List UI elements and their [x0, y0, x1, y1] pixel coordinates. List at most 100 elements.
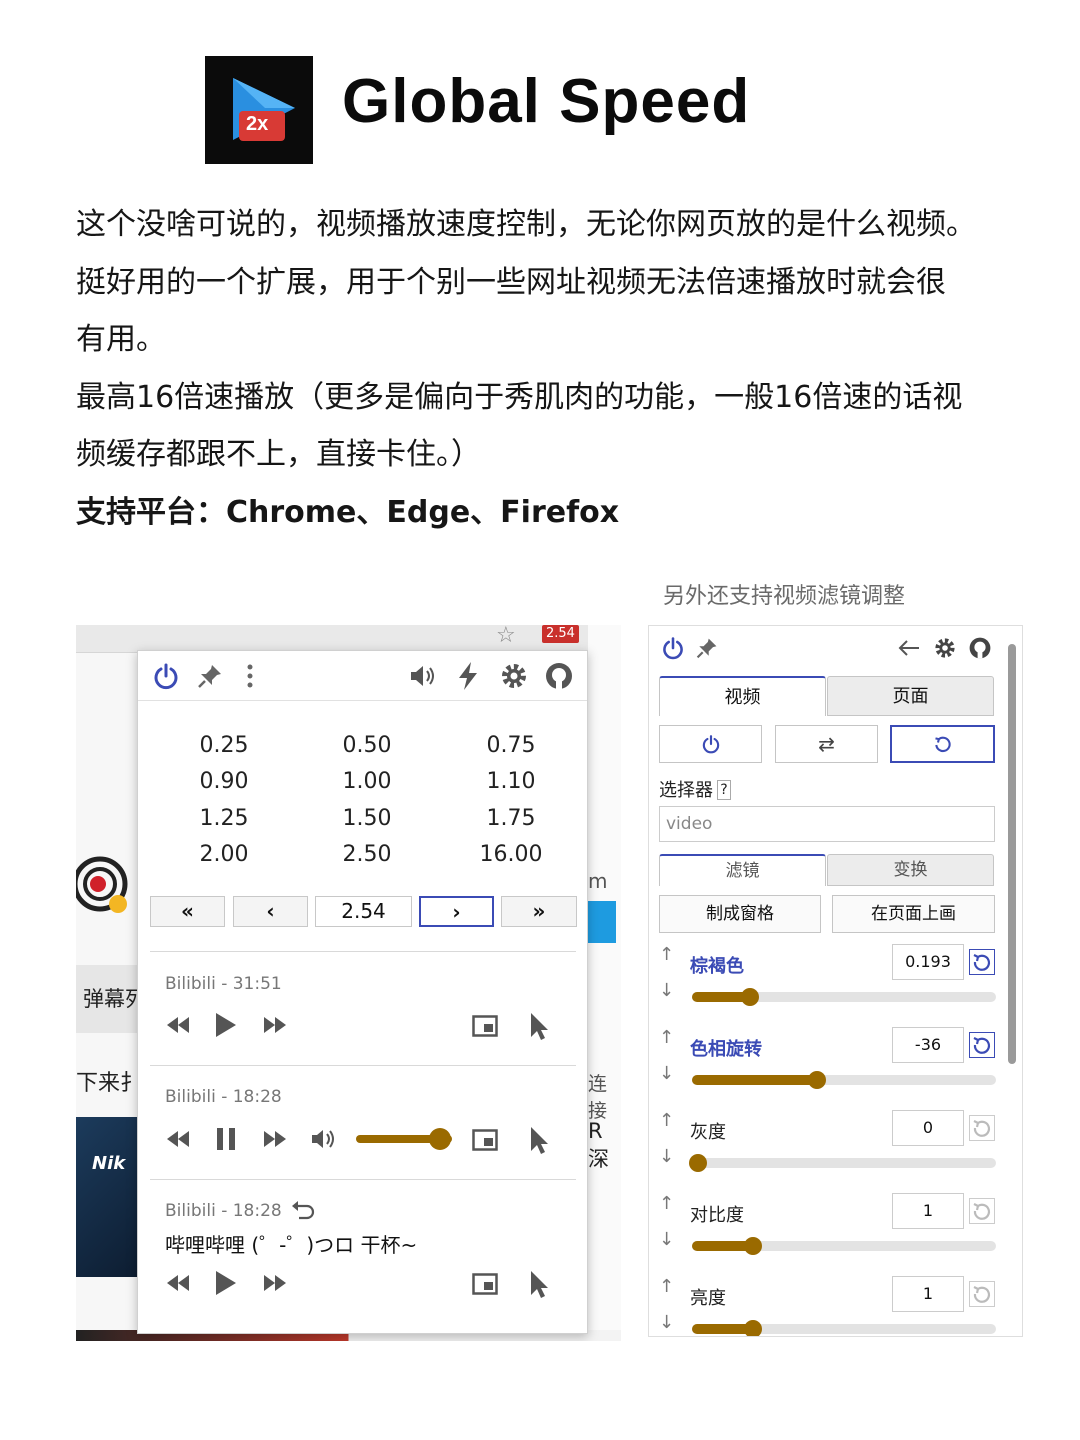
reload-icon[interactable]: [290, 1199, 316, 1221]
filter-slider[interactable]: [692, 1237, 996, 1255]
increase-speed-button[interactable]: ›: [419, 896, 494, 927]
toggle-power-button[interactable]: [659, 725, 762, 763]
move-up-icon[interactable]: ↑: [659, 944, 674, 965]
move-up-icon[interactable]: ↑: [659, 1193, 674, 1214]
picture-in-picture-icon[interactable]: [472, 1273, 498, 1295]
tab-page[interactable]: 页面: [827, 676, 994, 716]
move-up-icon[interactable]: ↑: [659, 1110, 674, 1131]
bookmark-star-icon[interactable]: ☆: [496, 625, 516, 648]
decrease-speed-button[interactable]: ‹: [233, 896, 308, 927]
filter-value-input[interactable]: 0: [892, 1110, 964, 1146]
speed-preset[interactable]: 0.90: [152, 769, 296, 794]
filter-row: ↑ ↓ 色相旋转 -36: [659, 1027, 999, 1109]
rewind-icon[interactable]: [165, 1015, 191, 1035]
help-badge[interactable]: ?: [717, 780, 731, 800]
speed-preset[interactable]: 2.00: [152, 842, 296, 867]
move-up-icon[interactable]: ↑: [659, 1027, 674, 1048]
reset-button[interactable]: [890, 725, 995, 763]
cursor-icon[interactable]: [528, 1125, 550, 1155]
filter-slider[interactable]: [689, 1154, 996, 1172]
filter-value-input[interactable]: 1: [892, 1276, 964, 1312]
move-down-icon[interactable]: ↓: [659, 1312, 674, 1333]
picture-in-picture-icon[interactable]: [472, 1015, 498, 1037]
selector-input[interactable]: video: [659, 806, 995, 842]
page-thumbnail: Nik: [76, 1117, 138, 1277]
speed-preset[interactable]: 0.50: [295, 733, 439, 758]
speed-preset[interactable]: 1.00: [295, 769, 439, 794]
volume-slider-handle[interactable]: [429, 1128, 452, 1150]
filter-value-input[interactable]: 0.193: [892, 944, 964, 980]
fast-forward-icon[interactable]: [262, 1015, 288, 1035]
move-down-icon[interactable]: ↓: [659, 1229, 674, 1250]
reset-filter-icon[interactable]: [969, 949, 995, 975]
pin-icon[interactable]: [695, 636, 719, 660]
reset-filter-icon[interactable]: [969, 1115, 995, 1141]
reset-filter-icon[interactable]: [969, 1198, 995, 1224]
gear-icon[interactable]: [499, 661, 529, 691]
speed-preset[interactable]: 1.25: [152, 806, 296, 831]
rewind-icon[interactable]: [165, 1129, 191, 1149]
fast-forward-icon[interactable]: [262, 1273, 288, 1293]
speed-preset[interactable]: 0.75: [439, 733, 583, 758]
speed-preset[interactable]: 16.00: [439, 842, 583, 867]
rewind-icon[interactable]: [165, 1273, 191, 1293]
filter-tabs: 滤镜 变换: [659, 854, 995, 886]
increase-speed-large-button[interactable]: »: [501, 896, 577, 927]
filter-row: ↑ ↓ 棕褐色 0.193: [659, 944, 999, 1026]
pin-icon[interactable]: [196, 662, 224, 690]
divider: [150, 951, 576, 952]
make-pane-button[interactable]: 制成窗格: [659, 895, 821, 933]
filter-slider-handle[interactable]: [743, 1320, 762, 1336]
filter-slider[interactable]: [692, 1071, 996, 1089]
filter-slider-handle[interactable]: [689, 1154, 708, 1172]
selector-label-text: 选择器: [659, 780, 713, 801]
extension-speed-badge[interactable]: 2.54: [542, 625, 579, 643]
speed-preset[interactable]: 1.50: [295, 806, 439, 831]
back-arrow-icon[interactable]: [897, 638, 921, 658]
scrollbar[interactable]: [1008, 644, 1016, 1064]
reset-filter-icon[interactable]: [969, 1281, 995, 1307]
current-speed-field[interactable]: 2.54: [315, 896, 412, 927]
speed-preset[interactable]: 2.50: [295, 842, 439, 867]
speed-preset[interactable]: 1.10: [439, 769, 583, 794]
filter-slider-handle[interactable]: [807, 1071, 826, 1089]
tab-filters[interactable]: 滤镜: [659, 854, 826, 886]
filter-slider[interactable]: [692, 1320, 996, 1336]
tab-video[interactable]: 视频: [659, 676, 826, 716]
github-icon[interactable]: [968, 636, 992, 660]
picture-in-picture-icon[interactable]: [472, 1129, 498, 1151]
tab-transform[interactable]: 变换: [827, 854, 994, 886]
play-icon[interactable]: [214, 1011, 238, 1039]
description: 这个没啥可说的，视频播放速度控制，无论你网页放的是什么视频。 挺好用的一个扩展，…: [76, 196, 1036, 541]
move-up-icon[interactable]: ↑: [659, 1276, 674, 1297]
lightning-icon[interactable]: [456, 661, 480, 691]
page-fragment-text: R深: [588, 1119, 609, 1171]
volume-icon[interactable]: [408, 662, 438, 690]
github-icon[interactable]: [544, 661, 574, 691]
filter-slider-handle[interactable]: [743, 1237, 762, 1255]
speed-preset[interactable]: 0.25: [152, 733, 296, 758]
move-down-icon[interactable]: ↓: [659, 1063, 674, 1084]
move-down-icon[interactable]: ↓: [659, 1146, 674, 1167]
cursor-icon[interactable]: [528, 1011, 550, 1041]
draw-on-page-button[interactable]: 在页面上画: [832, 895, 995, 933]
power-icon[interactable]: [661, 636, 685, 660]
power-icon[interactable]: [152, 662, 180, 690]
cursor-icon[interactable]: [528, 1269, 550, 1299]
filter-slider-handle[interactable]: [740, 988, 759, 1006]
move-down-icon[interactable]: ↓: [659, 980, 674, 1001]
decrease-speed-large-button[interactable]: «: [150, 896, 225, 927]
gear-icon[interactable]: [933, 636, 957, 660]
filter-value-input[interactable]: -36: [892, 1027, 964, 1063]
swap-button[interactable]: ⇄: [775, 725, 878, 763]
speed-preset[interactable]: 1.75: [439, 806, 583, 831]
filter-value-input[interactable]: 1: [892, 1193, 964, 1229]
play-icon[interactable]: [214, 1269, 238, 1297]
browser-toolbar: [76, 625, 621, 653]
fast-forward-icon[interactable]: [262, 1129, 288, 1149]
more-icon[interactable]: [242, 662, 258, 690]
reset-filter-icon[interactable]: [969, 1032, 995, 1058]
pause-icon[interactable]: [214, 1126, 238, 1152]
volume-icon[interactable]: [310, 1127, 338, 1151]
filter-slider[interactable]: [692, 988, 996, 1006]
